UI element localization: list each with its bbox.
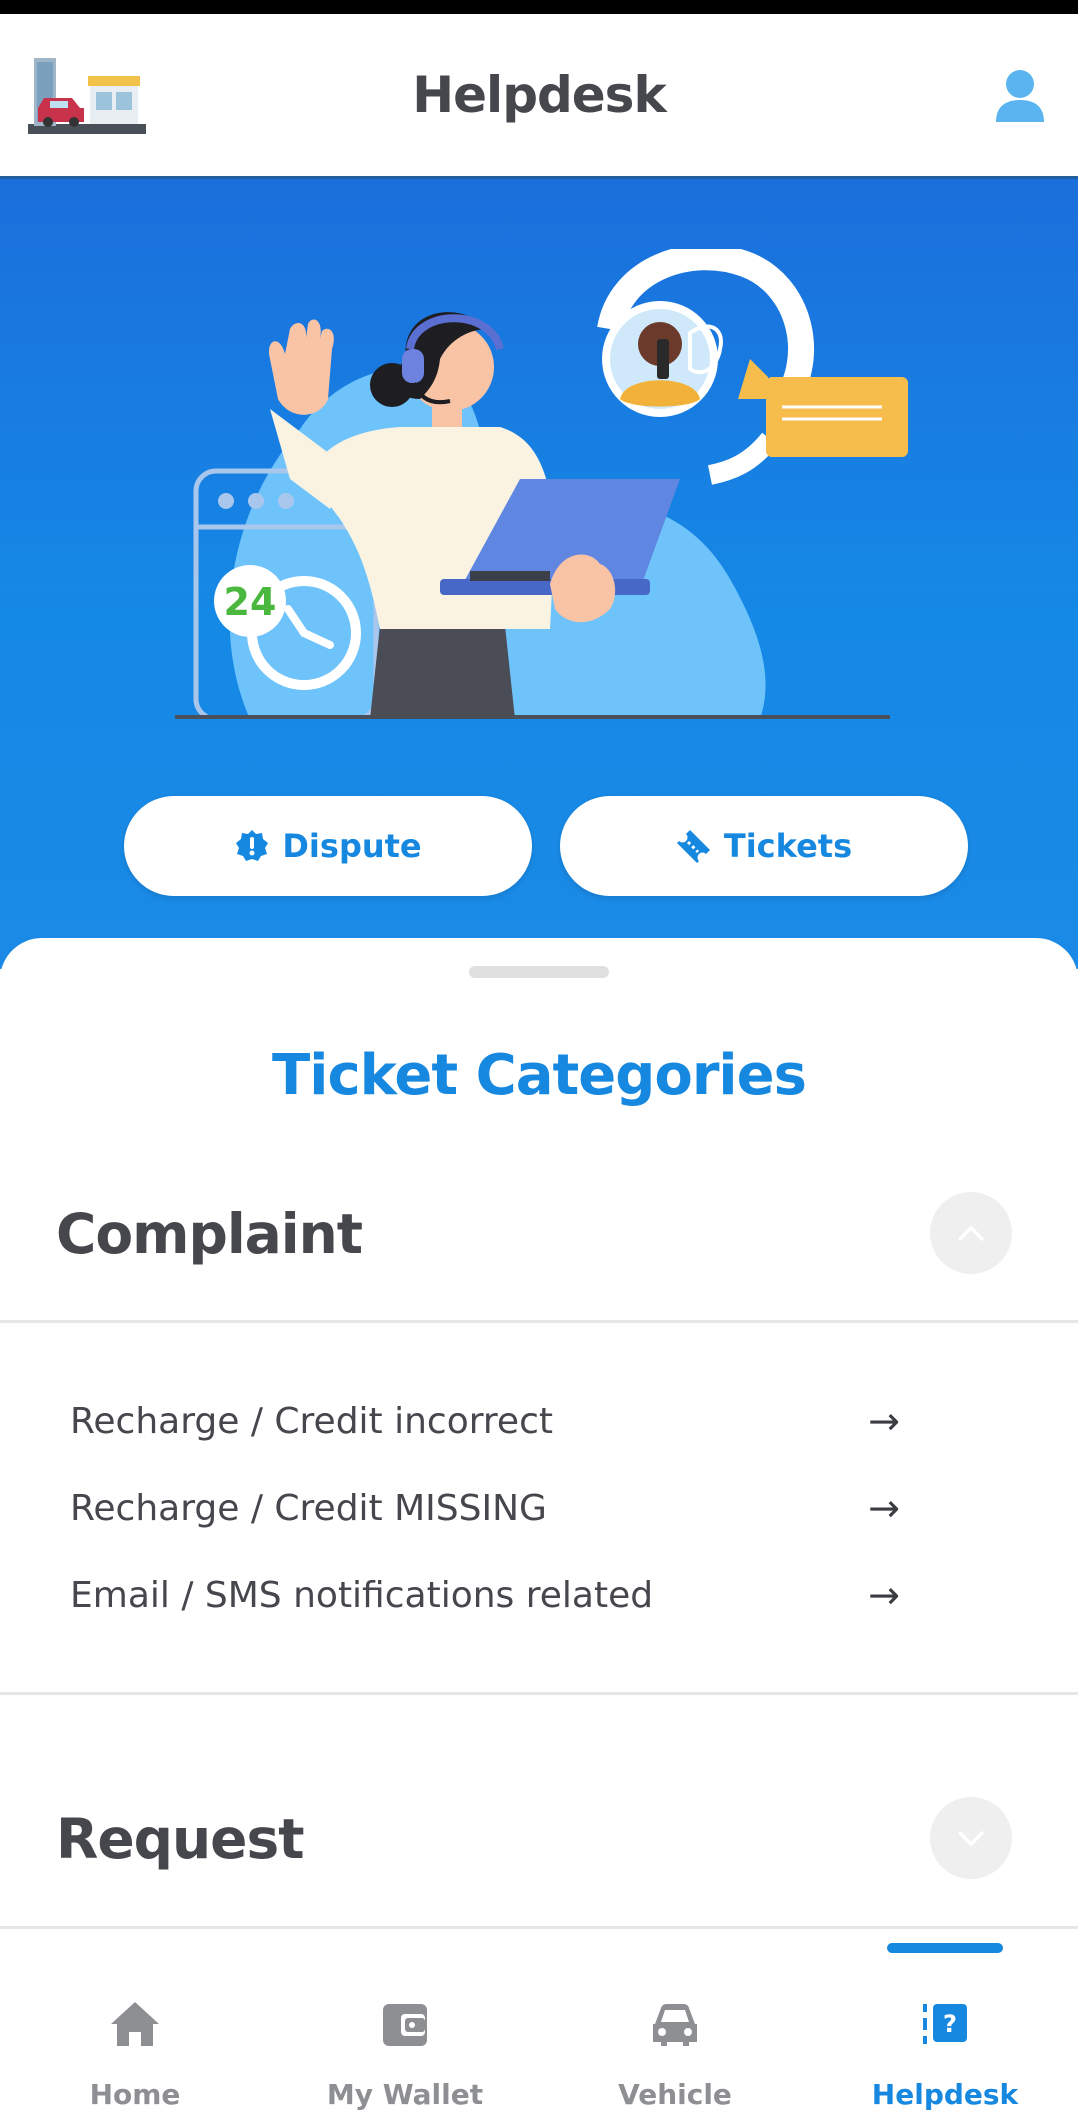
svg-text:?: ? — [943, 2010, 957, 2038]
chevron-down-icon — [958, 1831, 984, 1846]
category-item[interactable]: Recharge / Credit MISSING → — [70, 1473, 910, 1543]
ticket-categories-sheet: Ticket Categories Complaint Recharge / C… — [0, 938, 1078, 1938]
nav-helpdesk-label: Helpdesk — [871, 2078, 1019, 2111]
sheet-drag-handle[interactable] — [469, 966, 609, 978]
section-complaint-label: Complaint — [56, 1202, 363, 1266]
wallet-icon — [383, 2004, 427, 2046]
nav-helpdesk[interactable]: ? Helpdesk — [845, 1998, 1045, 2118]
category-item-label: Recharge / Credit incorrect — [70, 1400, 553, 1442]
dispute-button-label: Dispute — [282, 827, 422, 865]
bottom-navigation: Home My Wallet Vehicle ? Helpdesk — [0, 1938, 1078, 2128]
ticket-icon — [676, 830, 710, 863]
tickets-button[interactable]: Tickets — [560, 796, 968, 896]
hero-banner: 24 Dispute Tickets — [0, 179, 1078, 969]
arrow-right-icon: → — [868, 1573, 900, 1617]
section-request-header[interactable]: Request — [0, 1765, 1078, 1915]
nav-home[interactable]: Home — [35, 1998, 235, 2118]
nav-vehicle-label: Vehicle — [618, 2078, 732, 2111]
clock-badge-label: 24 — [224, 580, 277, 624]
category-item[interactable]: Email / SMS notifications related → — [70, 1560, 910, 1630]
nav-vehicle[interactable]: Vehicle — [575, 1998, 775, 2118]
arrow-right-icon: → — [868, 1486, 900, 1530]
app-bar: Helpdesk — [0, 14, 1078, 179]
page-title: Helpdesk — [412, 66, 666, 124]
expand-request-button[interactable] — [930, 1797, 1012, 1879]
collapse-complaint-button[interactable] — [930, 1192, 1012, 1274]
nav-home-label: Home — [89, 2078, 181, 2111]
section-divider — [0, 1926, 1078, 1929]
category-item-label: Email / SMS notifications related — [70, 1574, 654, 1616]
nav-my-wallet-label: My Wallet — [326, 2078, 484, 2111]
chevron-up-icon — [958, 1226, 984, 1241]
tickets-button-label: Tickets — [723, 827, 853, 865]
dispute-button[interactable]: Dispute — [124, 796, 532, 896]
status-bar — [0, 0, 1078, 14]
category-item[interactable]: Recharge / Credit incorrect → — [70, 1386, 910, 1456]
section-divider — [0, 1692, 1078, 1695]
section-divider — [0, 1320, 1078, 1323]
active-tab-indicator — [887, 1943, 1003, 1953]
support-agent-illustration: 24 — [175, 249, 908, 719]
category-item-label: Recharge / Credit MISSING — [70, 1487, 547, 1529]
profile-icon[interactable] — [992, 66, 1048, 126]
help-icon: ? — [923, 2004, 967, 2044]
alert-badge-icon — [236, 830, 269, 861]
home-icon — [111, 2002, 159, 2046]
section-complaint-header[interactable]: Complaint — [0, 1160, 1078, 1310]
arrow-right-icon: → — [868, 1399, 900, 1443]
ticket-categories-title: Ticket Categories — [272, 1043, 807, 1108]
car-icon — [653, 2004, 697, 2046]
nav-my-wallet[interactable]: My Wallet — [305, 1998, 505, 2118]
section-request-label: Request — [56, 1807, 305, 1871]
